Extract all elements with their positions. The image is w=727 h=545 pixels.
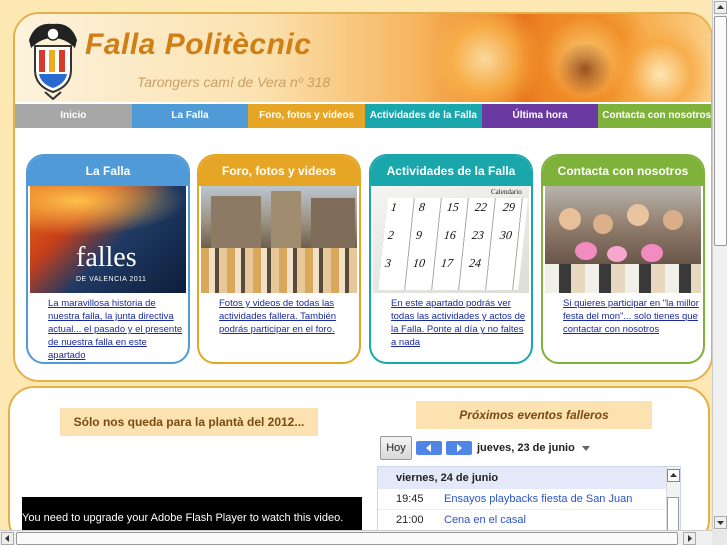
calendar-number: 1	[390, 200, 398, 214]
next-day-button[interactable]	[446, 441, 472, 455]
calendar-number: 30	[499, 228, 513, 242]
nav-item-actividades[interactable]: Actividades de la Falla	[365, 104, 482, 128]
scroll-right-icon[interactable]	[683, 532, 696, 545]
arrow-right-icon	[457, 444, 462, 452]
header-banner: Falla Politècnic Tarongers camí de Vera …	[15, 14, 711, 102]
card-contacta: Contacta con nosotros Si quieres partici…	[541, 154, 705, 364]
calendar-number: 17	[440, 256, 454, 270]
card-title[interactable]: La Falla	[28, 156, 188, 186]
calendar-number: 2	[387, 228, 395, 242]
scrollbar-corner	[712, 530, 727, 545]
calendar-number: 3	[384, 256, 392, 270]
card-image-calendar[interactable]: Calendario 1 8 15 22 29 2 9 16 23 30 3 1…	[373, 186, 529, 293]
prev-day-button[interactable]	[416, 441, 442, 455]
flash-player-message[interactable]: You need to upgrade your Adobe Flash Pla…	[22, 497, 362, 530]
nav-item-la-falla[interactable]: La Falla	[131, 104, 249, 128]
scroll-up-icon[interactable]	[714, 1, 727, 14]
card-image-parade[interactable]	[201, 186, 357, 293]
falles-logo-subtext: DE VALENCIA 2011	[76, 276, 147, 283]
card-la-falla: La Falla falles DE VALENCIA 2011 La mara…	[26, 154, 190, 364]
vertical-scroll-thumb[interactable]	[714, 16, 727, 246]
calendar-grid: 1 8 15 22 29 2 9 16 23 30 3 10 17 24	[378, 198, 528, 290]
bottom-panel: Sólo nos queda para la plantà del 2012..…	[8, 386, 710, 530]
events-heading: Próximos eventos falleros	[416, 401, 652, 429]
arrow-left-icon	[426, 444, 431, 452]
calendar-number: 10	[412, 256, 426, 270]
card-image-group[interactable]	[545, 186, 701, 293]
scroll-up-icon[interactable]	[667, 469, 680, 482]
card-title[interactable]: Foro, fotos y videos	[199, 156, 359, 186]
card-image-falles[interactable]: falles DE VALENCIA 2011	[30, 186, 186, 293]
section-cards: La Falla falles DE VALENCIA 2011 La mara…	[26, 154, 706, 364]
calendar-number: 16	[443, 228, 457, 242]
agenda-scroll-thumb[interactable]	[667, 497, 679, 530]
event-name[interactable]: Cena en el casal	[444, 510, 526, 530]
calendar-number: 29	[502, 200, 516, 214]
scroll-down-icon[interactable]	[714, 516, 727, 529]
calendar-number: 22	[474, 200, 488, 214]
calendar-label: Calendario	[491, 188, 522, 196]
site-title: Falla Politècnic	[85, 28, 312, 61]
page: Falla Politècnic Tarongers camí de Vera …	[0, 0, 712, 530]
calendar-number: 15	[446, 200, 460, 214]
current-date: jueves, 23 de junio	[477, 442, 575, 454]
calendar-number: 8	[418, 200, 426, 214]
card-title[interactable]: Contacta con nosotros	[543, 156, 703, 186]
nav-item-inicio[interactable]: Inicio	[15, 104, 132, 128]
calendar-number: 9	[415, 228, 423, 242]
calendar-number: 24	[468, 256, 482, 270]
nav-item-contacta[interactable]: Contacta con nosotros	[598, 104, 711, 128]
agenda-scrollbar[interactable]	[666, 467, 680, 530]
today-button[interactable]: Hoy	[380, 436, 412, 460]
agenda-event: 21:00 Cena en el casal	[378, 510, 680, 530]
calendar-number: 23	[471, 228, 485, 242]
chevron-down-icon[interactable]	[582, 446, 590, 451]
horizontal-scrollbar[interactable]	[0, 530, 712, 545]
card-actividades: Actividades de la Falla Calendario 1 8 1…	[369, 154, 533, 364]
card-foro: Foro, fotos y videos Fotos y videos de t…	[197, 154, 361, 364]
card-description[interactable]: Si quieres participar en "la millor fest…	[563, 297, 699, 336]
vertical-scrollbar[interactable]	[712, 0, 727, 530]
card-description[interactable]: Fotos y videos de todas las actividades …	[219, 297, 355, 336]
nav-item-ultima-hora[interactable]: Última hora	[481, 104, 599, 128]
card-title[interactable]: Actividades de la Falla	[371, 156, 531, 186]
event-time: 19:45	[396, 493, 424, 505]
card-description[interactable]: En este apartado podrás ver todas las ac…	[391, 297, 527, 349]
falla-logo[interactable]	[25, 20, 81, 100]
scroll-left-icon[interactable]	[1, 532, 14, 545]
agenda-list: viernes, 24 de junio 19:45 Ensayos playb…	[377, 466, 681, 530]
event-time: 21:00	[396, 514, 424, 526]
agenda-event: 19:45 Ensayos playbacks fiesta de San Ju…	[378, 489, 680, 510]
flames-image	[405, 14, 711, 102]
agenda-day-heading: viernes, 24 de junio	[378, 467, 680, 489]
main-nav: Inicio La Falla Foro, fotos y videos Act…	[15, 104, 711, 128]
falles-logo-text: falles	[76, 242, 137, 273]
top-panel: Falla Politècnic Tarongers camí de Vera …	[13, 12, 712, 382]
horizontal-scroll-thumb[interactable]	[16, 532, 678, 545]
card-description[interactable]: La maravillosa historia de nuestra falla…	[48, 297, 184, 362]
event-name[interactable]: Ensayos playbacks fiesta de San Juan	[444, 489, 632, 510]
countdown-heading: Sólo nos queda para la plantà del 2012..…	[60, 408, 318, 436]
site-subtitle: Tarongers camí de Vera nº 318	[137, 74, 331, 90]
nav-item-foro[interactable]: Foro, fotos y videos	[248, 104, 366, 128]
calendar-toolbar: Hoy jueves, 23 de junio	[380, 434, 680, 460]
